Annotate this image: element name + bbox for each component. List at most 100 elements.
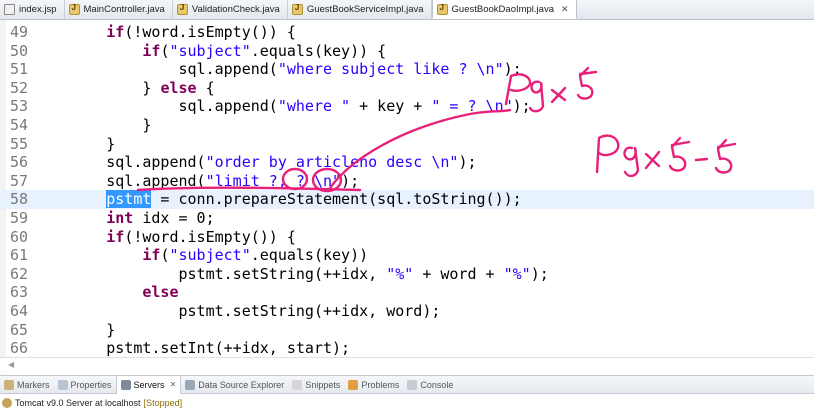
- console-icon: [407, 379, 418, 390]
- code-text: sql.append("where " + key + " = ? \n");: [178, 97, 531, 116]
- line-number: 64: [9, 302, 28, 320]
- code-line[interactable]: 63 else: [0, 283, 814, 302]
- line-number: 55: [9, 134, 28, 153]
- view-tab-label: Markers: [17, 379, 50, 390]
- java-file-icon: [176, 3, 188, 15]
- server-row-tomcat[interactable]: Tomcat v9.0 Server at localhost [Stopped…: [2, 395, 182, 411]
- code-line[interactable]: 66 pstmt.setInt(++idx, start);: [0, 339, 814, 358]
- java-file-icon: [436, 3, 448, 15]
- tab-label: MainController.java: [83, 4, 165, 15]
- code-line[interactable]: 51 sql.append("where subject like ? \n")…: [0, 60, 814, 79]
- code-text: pstmt.setInt(++idx, start);: [106, 339, 351, 358]
- code-line[interactable]: 59 int idx = 0;: [0, 209, 814, 228]
- view-tab-problems[interactable]: Problems: [344, 376, 403, 394]
- code-text: }: [106, 320, 116, 339]
- code-text: int idx = 0;: [106, 209, 215, 227]
- code-text: }: [106, 134, 116, 153]
- view-tab-console[interactable]: Console: [403, 376, 457, 394]
- tab-index-jsp[interactable]: index.jsp: [0, 0, 65, 19]
- code-editor[interactable]: 49 if(!word.isEmpty()) {50 if("subject".…: [0, 20, 814, 372]
- line-number: 62: [9, 264, 28, 283]
- server-name: Tomcat v9.0 Server at localhost: [15, 398, 141, 408]
- servers-icon: [120, 379, 131, 390]
- view-tab-label: Properties: [70, 379, 112, 390]
- code-line[interactable]: 65 }: [0, 321, 814, 340]
- code-text: }: [142, 116, 152, 134]
- code-line[interactable]: 52 } else {: [0, 79, 814, 98]
- code-line[interactable]: 62 pstmt.setString(++idx, "%" + word + "…: [0, 265, 814, 284]
- line-number: 61: [9, 246, 28, 265]
- tab-label: GuestBookServiceImpl.java: [306, 4, 424, 15]
- code-line[interactable]: 50 if("subject".equals(key)) {: [0, 42, 814, 61]
- code-line[interactable]: 49 if(!word.isEmpty()) {: [0, 23, 814, 42]
- problems-icon: [348, 379, 359, 390]
- line-number: 51: [9, 60, 28, 79]
- code-text: if("subject".equals(key)): [142, 246, 369, 265]
- code-text: sql.append("limit ?, ? \n");: [106, 171, 360, 190]
- data-source-icon: [185, 379, 196, 390]
- code-text: sql.append("where subject like ? \n");: [178, 60, 522, 79]
- tab-label: GuestBookDaoImpl.java: [451, 3, 554, 15]
- line-number: 54: [9, 116, 28, 134]
- code-line[interactable]: 56 sql.append("order by articleno desc \…: [0, 153, 814, 172]
- view-tab-servers[interactable]: Servers ✕: [115, 375, 182, 394]
- line-number: 60: [9, 227, 28, 246]
- code-line[interactable]: 55 }: [0, 135, 814, 154]
- view-tab-label: Problems: [361, 379, 400, 390]
- line-number: 63: [9, 283, 28, 302]
- view-tab-data-source-explorer[interactable]: Data Source Explorer: [181, 376, 288, 394]
- scroll-left-icon[interactable]: ◀: [8, 360, 14, 369]
- servers-panel: Tomcat v9.0 Server at localhost [Stopped…: [0, 394, 814, 417]
- properties-icon: [57, 379, 68, 390]
- line-number: 50: [9, 41, 28, 60]
- code-text: if("subject".equals(key)) {: [142, 41, 387, 60]
- java-file-icon: [68, 3, 80, 15]
- line-number: 66: [9, 339, 28, 358]
- view-tab-label: Snippets: [305, 379, 341, 390]
- view-tab-label: Servers: [133, 379, 165, 390]
- markers-icon: [4, 379, 14, 390]
- view-tab-snippets[interactable]: Snippets: [288, 376, 344, 394]
- tab-guestbook-service-impl[interactable]: GuestBookServiceImpl.java: [288, 0, 432, 19]
- view-tab-markers[interactable]: Markers: [0, 376, 54, 394]
- line-number: 57: [9, 171, 28, 190]
- line-number: 49: [9, 23, 28, 41]
- close-icon[interactable]: ✕: [170, 380, 177, 389]
- views-tab-bar: Markers Properties Servers ✕ Data Source…: [0, 375, 814, 394]
- tomcat-server-icon: [2, 398, 12, 408]
- jsp-file-icon: [4, 4, 15, 15]
- line-number: 59: [9, 209, 28, 227]
- line-number: 56: [9, 153, 28, 172]
- code-line[interactable]: 53 sql.append("where " + key + " = ? \n"…: [0, 97, 814, 116]
- line-number: 52: [9, 78, 28, 97]
- tab-validation-check[interactable]: ValidationCheck.java: [173, 0, 288, 19]
- code-text: if(!word.isEmpty()) {: [106, 227, 296, 246]
- line-number: 65: [9, 320, 28, 339]
- code-text: } else {: [142, 78, 215, 97]
- tab-label: index.jsp: [19, 4, 57, 15]
- code-line[interactable]: 60 if(!word.isEmpty()) {: [0, 228, 814, 247]
- view-tab-label: Console: [420, 379, 454, 390]
- tab-label: ValidationCheck.java: [191, 4, 280, 15]
- code-text: sql.append("order by articleno desc \n")…: [106, 153, 477, 172]
- server-status: [Stopped]: [143, 398, 183, 408]
- code-line[interactable]: 64 pstmt.setString(++idx, word);: [0, 302, 814, 321]
- snippets-icon: [292, 379, 303, 390]
- code-text: if(!word.isEmpty()) {: [106, 23, 296, 41]
- code-text: pstmt = conn.prepareStatement(sql.toStri…: [106, 190, 522, 209]
- line-number: 58: [9, 190, 28, 209]
- close-icon[interactable]: ✕: [561, 4, 569, 15]
- code-line[interactable]: 58 pstmt = conn.prepareStatement(sql.toS…: [0, 190, 814, 209]
- view-tab-properties[interactable]: Properties: [54, 376, 116, 394]
- tab-guestbook-dao-impl[interactable]: GuestBookDaoImpl.java ✕: [431, 0, 577, 19]
- editor-horizontal-scrollbar[interactable]: ◀: [0, 357, 814, 371]
- code-text: else: [142, 283, 179, 302]
- code-line[interactable]: 61 if("subject".equals(key)): [0, 246, 814, 265]
- view-tab-label: Data Source Explorer: [198, 379, 285, 390]
- tab-main-controller[interactable]: MainController.java: [65, 0, 173, 19]
- code-text: pstmt.setString(++idx, "%" + word + "%")…: [178, 264, 549, 283]
- code-text: pstmt.setString(++idx, word);: [178, 302, 441, 320]
- editor-tab-bar: index.jsp MainController.java Validation…: [0, 0, 814, 20]
- code-line[interactable]: 57 sql.append("limit ?, ? \n");: [0, 172, 814, 191]
- code-line[interactable]: 54 }: [0, 116, 814, 135]
